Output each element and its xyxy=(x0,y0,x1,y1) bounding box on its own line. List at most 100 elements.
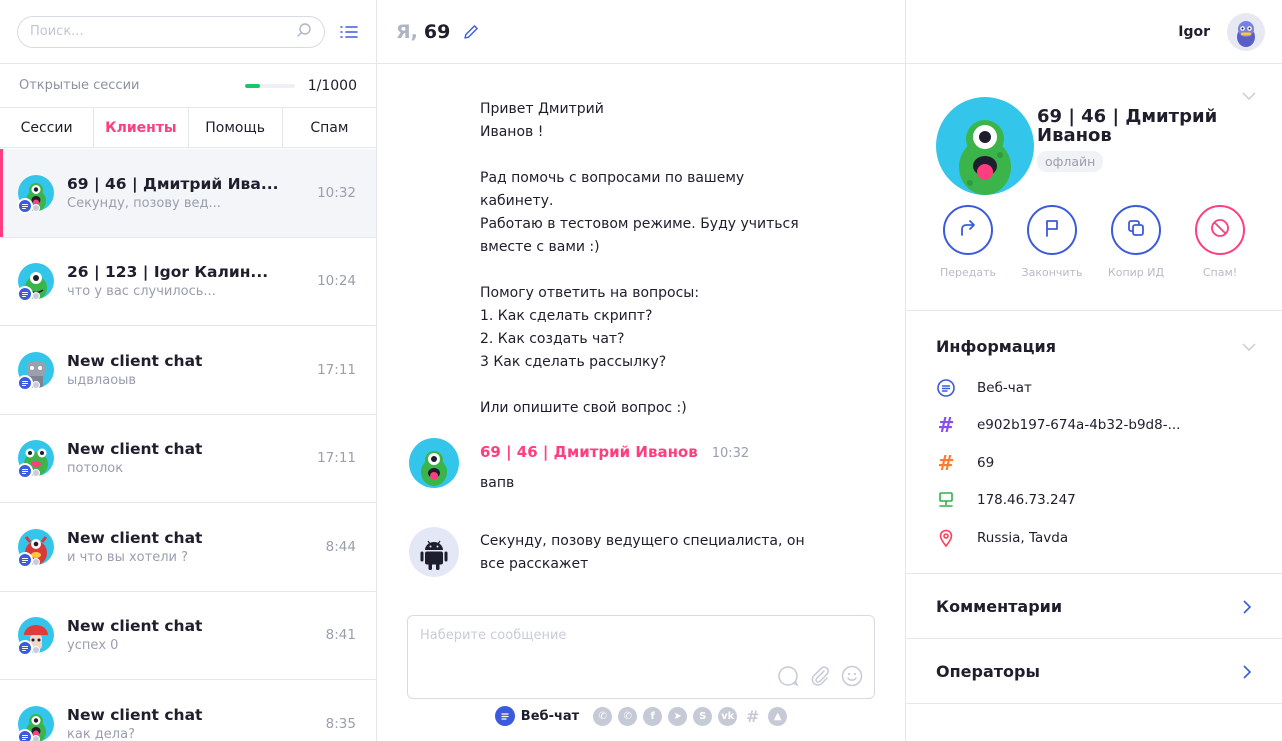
message-input[interactable] xyxy=(408,616,874,666)
chat-name: New client chat xyxy=(67,440,203,459)
operators-section[interactable]: Операторы xyxy=(906,639,1282,704)
chat-preview: что у вас случилось... xyxy=(67,284,216,300)
chat-title-number: 69 xyxy=(423,20,451,43)
chat-name: New client chat xyxy=(67,705,203,724)
telegram-icon[interactable]: ➤ xyxy=(668,706,688,726)
collapse-chevron-icon[interactable] xyxy=(1242,86,1256,100)
chat-name: 69 | 46 | Дмитрий Ива... xyxy=(67,174,279,193)
message-author[interactable]: 69 | 46 | Дмитрий Иванов xyxy=(480,443,698,461)
hash-icon: # xyxy=(937,413,955,438)
tab-sessions[interactable]: Сессии xyxy=(0,108,95,147)
sessions-progress-fill xyxy=(244,83,260,88)
chat-avatar xyxy=(17,705,54,741)
search-input[interactable] xyxy=(30,24,296,39)
status-dot xyxy=(32,469,40,478)
status-dot xyxy=(32,203,40,212)
chat-name: New client chat xyxy=(67,617,203,636)
chat-avatar xyxy=(17,528,54,568)
chat-preview: и что вы хотели ? xyxy=(67,549,188,565)
forward-label: Передать xyxy=(939,266,997,279)
open-sessions-row: Открытые сессии 1/1000 xyxy=(0,64,376,108)
chat-list-item[interactable]: 69 | 46 | Дмитрий Ива... Секунду, позову … xyxy=(0,149,376,238)
finish-label: Закончить xyxy=(1021,266,1083,279)
info-row-channel: Веб-чат xyxy=(936,369,1252,407)
spam-button[interactable]: Спам! xyxy=(1184,205,1256,279)
bot-message-paragraph: Привет Дмитрий Иванов ! xyxy=(480,101,604,140)
client-info-panel: Igor 69 | 46 | Дмитрий Иванов офлайн Пер… xyxy=(906,0,1282,741)
filter-list-icon[interactable] xyxy=(339,22,359,42)
comments-title: Комментарии xyxy=(936,596,1063,616)
bot-reply-text: Секунду, позову ведущего специалиста, он… xyxy=(480,533,805,572)
chat-time: 17:11 xyxy=(317,450,356,467)
search-icon[interactable] xyxy=(296,22,312,42)
vk-icon[interactable]: vk xyxy=(718,706,738,726)
chat-time: 8:41 xyxy=(325,627,356,644)
chat-name: New client chat xyxy=(67,528,203,547)
chat-list-item[interactable]: New client chat и что вы хотели ? 8:44 xyxy=(0,503,376,592)
chat-avatar xyxy=(17,617,54,657)
viber-icon[interactable]: ✆ xyxy=(593,706,613,726)
chat-list-item[interactable]: New client chat ыдвлаоыв 17:11 xyxy=(0,326,376,415)
chat-list-item[interactable]: 26 | 123 | Igor Калин... что у вас случил… xyxy=(0,238,376,326)
edit-pencil-icon[interactable] xyxy=(462,23,480,41)
facebook-icon[interactable]: f xyxy=(643,706,663,726)
client-avatar xyxy=(409,438,459,488)
client-profile: 69 | 46 | Дмитрий Иванов офлайн Передать… xyxy=(906,64,1282,311)
chat-avatar xyxy=(17,263,54,303)
attachment-icon[interactable] xyxy=(808,664,832,688)
chat-avatar xyxy=(17,174,54,214)
open-sessions-label: Открытые сессии xyxy=(19,78,140,93)
chat-panel: Я, 69 Привет Дмитрий Иванов ! Рад помочь… xyxy=(377,0,906,741)
chat-icon xyxy=(936,378,956,398)
bot-greeting-message: Привет Дмитрий Иванов ! Рад помочь с воп… xyxy=(377,98,905,420)
chat-name: 26 | 123 | Igor Калин... xyxy=(67,263,269,282)
bot-message-paragraph: Рад помочь с вопросами по вашему кабинет… xyxy=(480,170,799,255)
chat-time: 10:32 xyxy=(317,184,356,201)
tab-clients[interactable]: Клиенты xyxy=(94,108,189,147)
tab-spam[interactable]: Спам xyxy=(283,108,376,147)
search-row xyxy=(0,0,376,64)
search-box[interactable] xyxy=(17,15,325,48)
sessions-count: 1/1000 xyxy=(307,77,357,94)
forward-icon xyxy=(957,217,979,243)
tab-help[interactable]: Помощь xyxy=(189,108,283,147)
monitor-icon xyxy=(936,490,956,510)
client-actions: Передать Закончить Копир ИД Спам! xyxy=(932,205,1256,279)
whatsapp-icon[interactable]: ✆ xyxy=(618,706,638,726)
chat-list: 69 | 46 | Дмитрий Ива... Секунду, позову … xyxy=(0,149,376,741)
message-text: вапв xyxy=(480,475,515,491)
client-profile-avatar xyxy=(936,97,1034,195)
webchat-badge-icon xyxy=(17,197,33,214)
chat-list-item[interactable]: New client chat потолок 17:11 xyxy=(0,415,376,503)
collapse-chevron-icon[interactable] xyxy=(1242,337,1256,351)
message-history: Привет Дмитрий Иванов ! Рад помочь с воп… xyxy=(377,98,905,420)
chat-list-item[interactable]: New client chat как дела? 8:35 xyxy=(0,680,376,741)
comments-section[interactable]: Комментарии xyxy=(906,574,1282,639)
info-uuid-value[interactable]: e902b197-674a-4b32-b9d8-... xyxy=(977,417,1180,433)
client-status-badge: офлайн xyxy=(1037,151,1104,172)
webchat-badge-icon xyxy=(17,728,33,741)
chat-time: 10:24 xyxy=(317,273,356,290)
skype-icon[interactable]: S xyxy=(693,706,713,726)
finish-button[interactable]: Закончить xyxy=(1016,205,1088,279)
chat-sidebar: Открытые сессии 1/1000 Сессии Клиенты По… xyxy=(0,0,377,741)
chat-header: Я, 69 xyxy=(377,0,905,64)
bot-avatar xyxy=(409,527,459,577)
bot-message-paragraph: Помогу ответить на вопросы: 1. Как сдела… xyxy=(480,285,700,370)
user-avatar[interactable] xyxy=(1227,12,1265,51)
chat-preview: ыдвлаоыв xyxy=(67,372,137,388)
spam-label: Спам! xyxy=(1202,266,1238,279)
other-channel-icon[interactable]: ▲ xyxy=(768,706,788,726)
channel-webchat[interactable]: Веб-чат xyxy=(494,706,587,726)
bot-reply-message: Секунду, позову ведущего специалиста, он… xyxy=(409,527,805,577)
copy-id-button[interactable]: Копир ИД xyxy=(1100,205,1172,279)
chat-list-item[interactable]: New client chat успех 0 8:41 xyxy=(0,592,376,680)
emoji-icon[interactable] xyxy=(840,664,864,688)
sessions-progress-bar xyxy=(244,83,295,88)
forward-button[interactable]: Передать xyxy=(932,205,1004,279)
status-dot xyxy=(32,292,40,301)
slack-icon[interactable]: # xyxy=(743,707,762,726)
current-user-name[interactable]: Igor xyxy=(1178,24,1210,40)
block-icon xyxy=(1209,217,1231,243)
comment-icon[interactable] xyxy=(776,664,800,688)
